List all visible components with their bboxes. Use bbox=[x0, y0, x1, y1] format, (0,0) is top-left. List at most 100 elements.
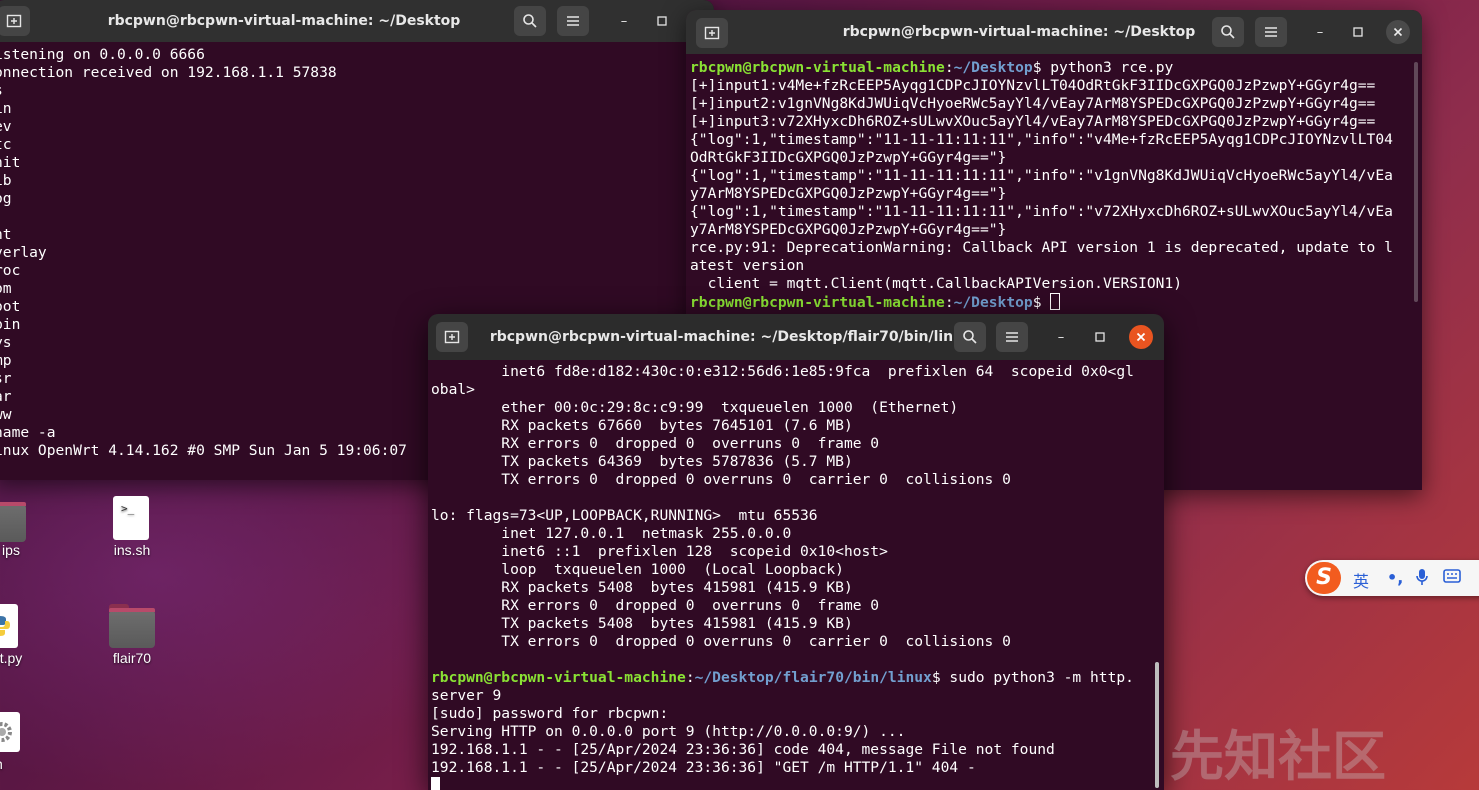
ime-toolbar[interactable]: S 英 •, bbox=[1305, 560, 1479, 596]
terminal-glyph: >_ bbox=[121, 502, 135, 515]
close-icon bbox=[1136, 332, 1146, 342]
desktop-icon-t-py[interactable]: t.py bbox=[0, 604, 36, 670]
command-text: sudo python3 -m http. bbox=[949, 669, 1134, 686]
terminal-line: istening on 0.0.0.0 6666 bbox=[0, 46, 205, 63]
titlebar[interactable]: rbcpwn@rbcpwn-virtual-machine: ~/Desktop… bbox=[686, 10, 1422, 54]
terminal-line: RX errors 0 dropped 0 overruns 0 frame 0 bbox=[431, 435, 880, 452]
maximize-button[interactable] bbox=[1346, 20, 1370, 44]
terminal-line: y7ArM8YSPEDcGXPGQ0JzPzwpY+GGyr4g=="} bbox=[690, 221, 1007, 238]
close-button[interactable] bbox=[1386, 20, 1410, 44]
menu-button[interactable] bbox=[996, 322, 1028, 352]
prompt-path: ~/Desktop bbox=[953, 59, 1033, 76]
desktop-icon-ips[interactable]: ips bbox=[0, 498, 36, 568]
keyboard-icon[interactable] bbox=[1443, 568, 1461, 587]
terminal-line: inet 127.0.0.1 netmask 255.0.0.0 bbox=[431, 525, 792, 542]
text-cursor bbox=[1050, 293, 1061, 310]
folder-icon bbox=[0, 502, 26, 542]
minimize-button[interactable]: – bbox=[612, 9, 636, 33]
icon-label: ips bbox=[2, 542, 20, 558]
menu-button[interactable] bbox=[557, 6, 589, 36]
terminal-line: [+]input2:v1gnVNg8KdJWUiqVcHyoeRWc5ayYl4… bbox=[690, 95, 1376, 112]
prompt-dollar: $ bbox=[931, 669, 950, 686]
prompt-dollar: $ bbox=[1032, 59, 1051, 76]
terminal-line: tc bbox=[0, 136, 12, 153]
terminal-line: nt bbox=[0, 226, 12, 243]
scrollbar[interactable] bbox=[1155, 662, 1159, 788]
terminal-line: og bbox=[0, 190, 12, 207]
keyboard-glyph-icon bbox=[1443, 569, 1461, 583]
desktop-icon-flair70[interactable]: flair70 bbox=[100, 604, 164, 670]
maximize-button[interactable] bbox=[1088, 325, 1112, 349]
terminal-line: OdRtGkF3IIDcGXPGQ0JzPzwpY+GGyr4g=="} bbox=[690, 149, 1007, 166]
maximize-icon bbox=[657, 16, 667, 26]
desktop-icon-m[interactable]: m bbox=[0, 712, 26, 778]
prompt-dollar: $ bbox=[1032, 294, 1051, 311]
terminal-line: RX errors 0 dropped 0 overruns 0 frame 0 bbox=[431, 597, 880, 614]
terminal-line: server 9 bbox=[431, 687, 502, 704]
terminal-line: Serving HTTP on 0.0.0.0 port 9 (http://0… bbox=[431, 723, 906, 740]
titlebar[interactable]: rbcpwn@rbcpwn-virtual-machine: ~/Desktop… bbox=[0, 0, 714, 42]
sogou-logo-icon[interactable]: S bbox=[1307, 562, 1341, 594]
prompt-path: ~/Desktop bbox=[953, 294, 1033, 311]
terminal-line: inet6 fd8e:d182:430c:0:e312:56d6:1e85:9f… bbox=[431, 363, 1134, 380]
search-button[interactable] bbox=[954, 322, 986, 352]
search-button[interactable] bbox=[514, 6, 546, 36]
terminal-line: TX errors 0 dropped 0 overruns 0 carrier… bbox=[431, 633, 1011, 650]
titlebar[interactable]: rbcpwn@rbcpwn-virtual-machine: ~/Desktop… bbox=[428, 314, 1164, 360]
terminal-line: TX errors 0 dropped 0 overruns 0 carrier… bbox=[431, 471, 1011, 488]
minimize-button[interactable]: – bbox=[1049, 325, 1073, 349]
prompt-colon: : bbox=[685, 669, 695, 686]
python-file-icon bbox=[0, 604, 18, 648]
close-button[interactable] bbox=[1129, 325, 1153, 349]
terminal-line: atest version bbox=[690, 257, 805, 274]
terminal-line: 192.168.1.1 - - [25/Apr/2024 23:36:36] c… bbox=[431, 741, 1055, 758]
gear-icon bbox=[0, 722, 12, 742]
icon-label: ins.sh bbox=[113, 542, 151, 558]
search-button[interactable] bbox=[1212, 17, 1244, 47]
terminal-line: s bbox=[0, 82, 714, 100]
terminal-line: TX packets 5408 bytes 415981 (415.9 KB) bbox=[431, 615, 853, 632]
terminal-line: 192.168.1.1 - - [25/Apr/2024 23:36:36] "… bbox=[431, 759, 976, 776]
maximize-icon bbox=[1095, 332, 1105, 342]
text-cursor bbox=[431, 777, 440, 790]
watermark-text: 先知社区 bbox=[1170, 725, 1386, 788]
icon-label: t.py bbox=[0, 650, 23, 666]
terminal-line: onnection received on 192.168.1.1 57838 bbox=[0, 64, 337, 81]
ime-punctuation-toggle[interactable]: •, bbox=[1387, 568, 1403, 587]
terminal-line: inet6 ::1 prefixlen 128 scopeid 0x10<hos… bbox=[431, 543, 888, 560]
ime-language-toggle[interactable]: 英 bbox=[1353, 568, 1369, 592]
terminal-line: y7ArM8YSPEDcGXPGQ0JzPzwpY+GGyr4g=="} bbox=[690, 185, 1007, 202]
mic-icon bbox=[1416, 569, 1428, 585]
terminal-line: client = mqtt.Client(mqtt.CallbackAPIVer… bbox=[690, 275, 1183, 292]
terminal-line: {"log":1,"timestamp":"11-11-11:11:11","i… bbox=[690, 203, 1393, 220]
terminal-line: nit bbox=[0, 154, 21, 171]
search-icon bbox=[1221, 25, 1235, 39]
search-icon bbox=[963, 330, 977, 344]
window-title: rbcpwn@rbcpwn-virtual-machine: ~/Desktop bbox=[107, 13, 461, 29]
menu-button[interactable] bbox=[1255, 17, 1287, 47]
microphone-icon[interactable] bbox=[1415, 568, 1429, 590]
terminal-line: om bbox=[0, 280, 12, 297]
terminal-line: [sudo] password for rbcpwn: bbox=[431, 705, 669, 722]
hamburger-icon bbox=[567, 16, 579, 26]
script-file-icon: >_ bbox=[113, 496, 149, 540]
terminal-output[interactable]: inet6 fd8e:d182:430c:0:e312:56d6:1e85:9f… bbox=[428, 363, 1164, 790]
terminal-line: {"log":1,"timestamp":"11-11-11:11:11","i… bbox=[690, 167, 1393, 184]
terminal-line: in bbox=[0, 100, 12, 117]
maximize-button[interactable] bbox=[650, 9, 674, 33]
prompt-line: rbcpwn@rbcpwn-virtual-machine:~/Desktop/… bbox=[431, 669, 1164, 687]
terminal-line: RX packets 5408 bytes 415981 (415.9 KB) bbox=[431, 579, 853, 596]
terminal-line: roc bbox=[0, 262, 21, 279]
terminal-line: obal> bbox=[431, 381, 475, 398]
close-icon bbox=[1393, 27, 1403, 37]
terminal-line: RX packets 67660 bytes 7645101 (7.6 MB) bbox=[431, 417, 853, 434]
prompt-colon: : bbox=[944, 59, 954, 76]
scrollbar[interactable] bbox=[1414, 62, 1418, 302]
prompt-line: rbcpwn@rbcpwn-virtual-machine:~/Desktop$… bbox=[690, 59, 1422, 77]
terminal-line: ether 00:0c:29:8c:c9:99 txqueuelen 1000 … bbox=[431, 399, 959, 416]
minimize-button[interactable]: – bbox=[1308, 20, 1332, 44]
desktop-icon-ins-sh[interactable]: >_ ins.sh bbox=[102, 496, 162, 566]
icon-label: m bbox=[0, 756, 8, 772]
terminal-window-http-server[interactable]: rbcpwn@rbcpwn-virtual-machine: ~/Desktop… bbox=[428, 314, 1164, 790]
